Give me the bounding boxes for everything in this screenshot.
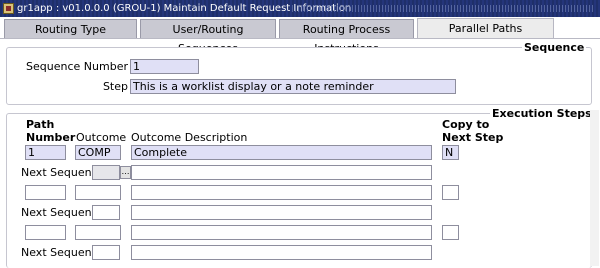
copy-to-next-step-field[interactable]	[442, 225, 459, 240]
lov-button[interactable]: …	[120, 166, 131, 179]
path-number-field[interactable]	[25, 185, 66, 200]
execution-steps-title: Execution Steps	[490, 107, 594, 120]
tab-routing-process-instructions[interactable]: Routing Process Instructions	[279, 19, 414, 55]
tab-user-routing-sequences[interactable]: User/Routing Sequences	[140, 19, 276, 55]
next-sequence-description-field[interactable]	[131, 165, 432, 180]
title-bar-grip	[292, 5, 594, 12]
vertical-scrollbar[interactable]	[590, 110, 599, 266]
outcome-description-field[interactable]: Complete	[131, 145, 432, 160]
tab-bar: Routing Type User/Routing Sequences Rout…	[0, 17, 600, 55]
step-label: Step	[102, 80, 128, 93]
next-sequence-description-field[interactable]	[131, 245, 432, 260]
outcome-field[interactable]	[75, 185, 121, 200]
path-header-line1: Path	[26, 118, 55, 131]
step-field[interactable]: This is a worklist display or a note rem…	[130, 79, 456, 94]
app-icon	[3, 3, 14, 14]
sequence-number-label: Sequence Number	[26, 60, 128, 73]
outcome-field[interactable]	[75, 225, 121, 240]
copy-to-next-step-field[interactable]: N	[442, 145, 459, 160]
next-sequence-field[interactable]	[92, 245, 120, 260]
next-sequence-field[interactable]	[92, 165, 120, 180]
next-sequence-description-field[interactable]	[131, 205, 432, 220]
tab-routing-type[interactable]: Routing Type	[4, 19, 137, 38]
outcome-description-field[interactable]	[131, 185, 432, 200]
sequence-panel-title: Sequence	[522, 41, 587, 54]
path-number-field[interactable]: 1	[25, 145, 66, 160]
sequence-panel	[6, 47, 592, 105]
next-sequence-field[interactable]	[92, 205, 120, 220]
tab-divider	[0, 38, 600, 39]
copy-header-line1: Copy to	[442, 118, 490, 131]
copy-to-next-step-field[interactable]	[442, 185, 459, 200]
window-title-bar: gr1app : v01.0.0.0 (GROU-1) Maintain Def…	[0, 0, 600, 17]
outcome-description-field[interactable]	[131, 225, 432, 240]
sequence-number-field[interactable]: 1	[130, 59, 199, 74]
tab-parallel-paths[interactable]: Parallel Paths	[417, 18, 554, 39]
outcome-description-header: Outcome Description	[131, 131, 248, 144]
outcome-header: Outcome	[76, 131, 127, 144]
path-header-line2: Number	[26, 131, 76, 144]
path-number-field[interactable]	[25, 225, 66, 240]
copy-header-line2: Next Step	[442, 131, 504, 144]
outcome-field[interactable]: COMP	[75, 145, 121, 160]
